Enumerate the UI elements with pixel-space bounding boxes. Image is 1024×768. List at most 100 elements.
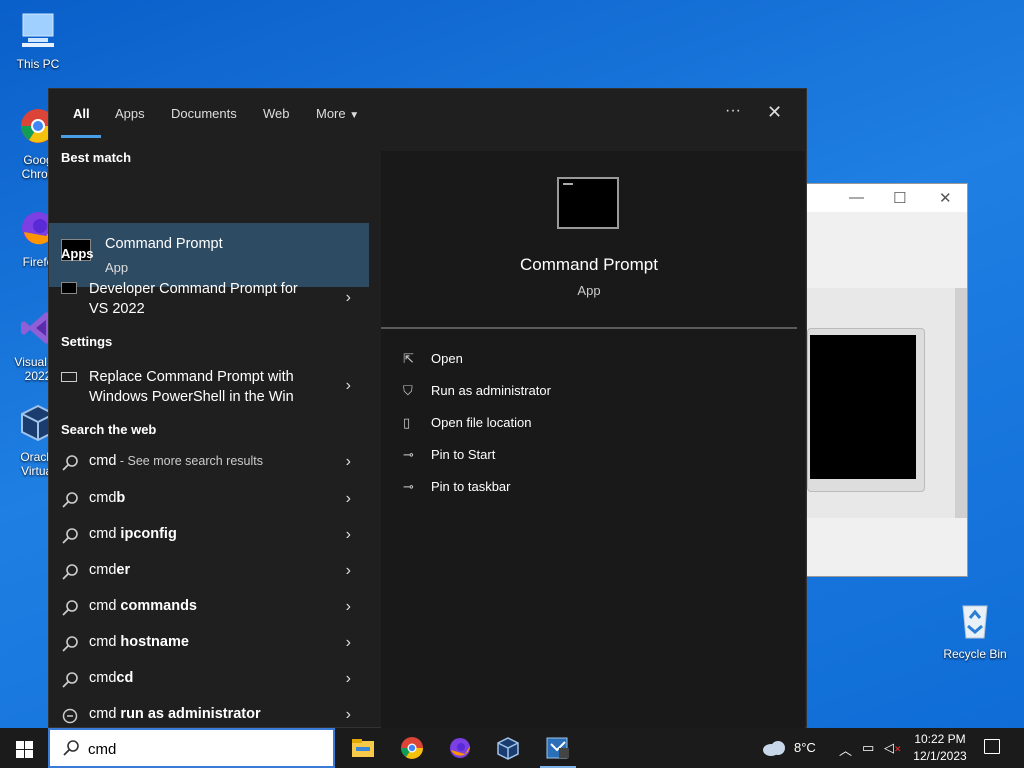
start-button[interactable] <box>0 728 48 768</box>
best-match-subtitle: App <box>105 260 129 275</box>
virtualbox-icon <box>21 404 48 442</box>
web-result[interactable]: cmdcd › <box>49 670 371 692</box>
web-result[interactable]: cmd run as administrator › <box>49 706 371 728</box>
action-pin-to-start[interactable]: ⊸ Pin to Start <box>403 447 495 463</box>
file-explorer-icon[interactable] <box>350 736 376 760</box>
query-prefix: cmd <box>89 562 117 578</box>
taskbar-search-box[interactable] <box>48 728 335 768</box>
maximize-icon[interactable]: ☐ <box>893 189 906 207</box>
action-pin-to-taskbar-label: Pin to taskbar <box>431 479 511 494</box>
query-prefix: cmd <box>89 706 117 722</box>
search-icon <box>62 528 78 544</box>
desktop-icon-this-pc[interactable]: This PC <box>2 10 74 71</box>
tab-apps[interactable]: Apps <box>115 106 145 121</box>
divider <box>381 327 797 329</box>
action-pin-to-taskbar[interactable]: ⊸ Pin to taskbar <box>403 479 511 495</box>
chevron-right-icon[interactable]: › <box>346 706 351 724</box>
preview-title: Command Prompt <box>520 255 658 274</box>
best-match-title: Command Prompt <box>105 236 223 252</box>
shield-icon: ⛉ <box>403 383 413 398</box>
virtualbox-icon[interactable] <box>495 736 521 760</box>
chevron-up-icon[interactable]: ︿ <box>839 740 852 759</box>
close-icon[interactable]: ✕ <box>767 102 782 123</box>
clock-date: 12/1/2023 <box>913 749 967 763</box>
search-input[interactable] <box>88 738 318 760</box>
app-window-icon[interactable] <box>545 736 571 760</box>
desktop-icon-recycle-bin[interactable]: Recycle Bin <box>938 600 1012 661</box>
query-completion: hostname <box>116 634 189 650</box>
web-result-text: cmdb <box>89 490 125 506</box>
scrollbar[interactable] <box>955 288 967 518</box>
volume-muted-icon[interactable]: ◁✕ <box>884 740 902 756</box>
chevron-right-icon[interactable]: › <box>346 670 351 688</box>
search-suggestion-icon <box>62 708 78 724</box>
query-completion: ipconfig <box>116 526 177 542</box>
settings-result-text: Replace Command Prompt with Windows Power… <box>89 367 294 407</box>
background-window[interactable]: — ☐ ✕ <box>806 183 968 577</box>
desktop-icon-label: Goog Chron <box>21 153 48 181</box>
clock-time: 10:22 PM <box>914 732 966 746</box>
chevron-right-icon[interactable]: › <box>346 289 351 307</box>
query-prefix: cmd <box>89 526 117 542</box>
more-options-icon[interactable]: ··· <box>725 102 741 120</box>
search-tabs: All Apps Documents Web More ▼ ··· ✕ <box>49 89 808 139</box>
desktop-icon-firefox[interactable]: Firefo <box>2 208 48 269</box>
web-result[interactable]: cmd ipconfig › <box>49 526 371 548</box>
minimize-icon[interactable]: — <box>849 189 864 206</box>
action-run-as-admin[interactable]: ⛉ Run as administrator <box>403 383 551 399</box>
section-best-match: Best match <box>61 150 132 165</box>
chevron-right-icon[interactable]: › <box>346 490 351 508</box>
preview-pane: Command Prompt App ⇱ Open ⛉ Run as adminis… <box>381 151 805 729</box>
web-result[interactable]: cmd hostname › <box>49 634 371 656</box>
query-prefix: cmd <box>89 598 117 614</box>
desktop-icon-label: Firefo <box>22 255 48 269</box>
section-search-web: Search the web <box>61 422 157 437</box>
chevron-right-icon[interactable]: › <box>346 634 351 652</box>
search-icon <box>62 492 78 508</box>
web-result[interactable]: cmder › <box>49 562 371 584</box>
weather-temperature[interactable]: 8°C <box>794 740 816 755</box>
firefox-icon[interactable] <box>447 736 473 760</box>
chevron-right-icon[interactable]: › <box>346 526 351 544</box>
web-result[interactable]: cmd - See more search results › <box>49 453 371 475</box>
tab-web[interactable]: Web <box>263 106 290 121</box>
chevron-right-icon[interactable]: › <box>346 377 351 395</box>
chevron-right-icon[interactable]: › <box>346 562 351 580</box>
desktop-icon-chrome[interactable]: Goog Chron <box>2 106 48 181</box>
tab-more[interactable]: More ▼ <box>316 106 359 121</box>
visual-studio-icon <box>21 312 48 344</box>
tab-documents[interactable]: Documents <box>171 106 237 121</box>
tab-all[interactable]: All <box>73 106 90 121</box>
search-icon <box>62 455 78 471</box>
web-result[interactable]: cmdb › <box>49 490 371 512</box>
file-icon: ▯ <box>403 415 411 430</box>
network-icon[interactable]: ▭ <box>862 740 874 756</box>
query-prefix: cmd <box>89 490 117 506</box>
cloud-icon[interactable] <box>761 739 787 757</box>
web-result-text: cmd hostname <box>89 634 189 650</box>
command-prompt-icon <box>557 177 619 229</box>
desktop-icon-visual-studio[interactable]: Visual St 2022 <box>2 308 48 383</box>
best-match-item[interactable]: Command Prompt App <box>49 223 369 287</box>
web-result[interactable]: cmd commands › <box>49 598 371 620</box>
app-result[interactable]: Developer Command Prompt for VS 2022 › <box>49 279 371 319</box>
chevron-right-icon[interactable]: › <box>346 598 351 616</box>
action-open-label: Open <box>431 351 463 366</box>
close-icon[interactable]: ✕ <box>939 189 952 207</box>
app-result-line1: Developer Command Prompt for <box>89 281 298 297</box>
web-result-text: cmder <box>89 562 130 578</box>
settings-result[interactable]: Replace Command Prompt with Windows Power… <box>49 367 371 407</box>
web-result-text: cmd - See more search results <box>89 453 263 469</box>
chrome-icon <box>21 109 48 143</box>
see-more-text: - See more search results <box>116 454 263 468</box>
chevron-right-icon[interactable]: › <box>346 453 351 471</box>
desktop-icon-virtualbox[interactable]: Oracle Virtual <box>2 403 48 478</box>
chrome-icon[interactable] <box>399 736 425 760</box>
action-open[interactable]: ⇱ Open <box>403 351 463 367</box>
windows-logo-pane <box>25 750 33 758</box>
action-open-file-location-label: Open file location <box>431 415 532 430</box>
app-result-text: Developer Command Prompt for VS 2022 <box>89 279 298 319</box>
clock[interactable]: 10:22 PM 12/1/2023 <box>908 731 972 765</box>
action-open-file-location[interactable]: ▯ Open file location <box>403 415 531 431</box>
notification-icon[interactable] <box>984 739 1000 754</box>
